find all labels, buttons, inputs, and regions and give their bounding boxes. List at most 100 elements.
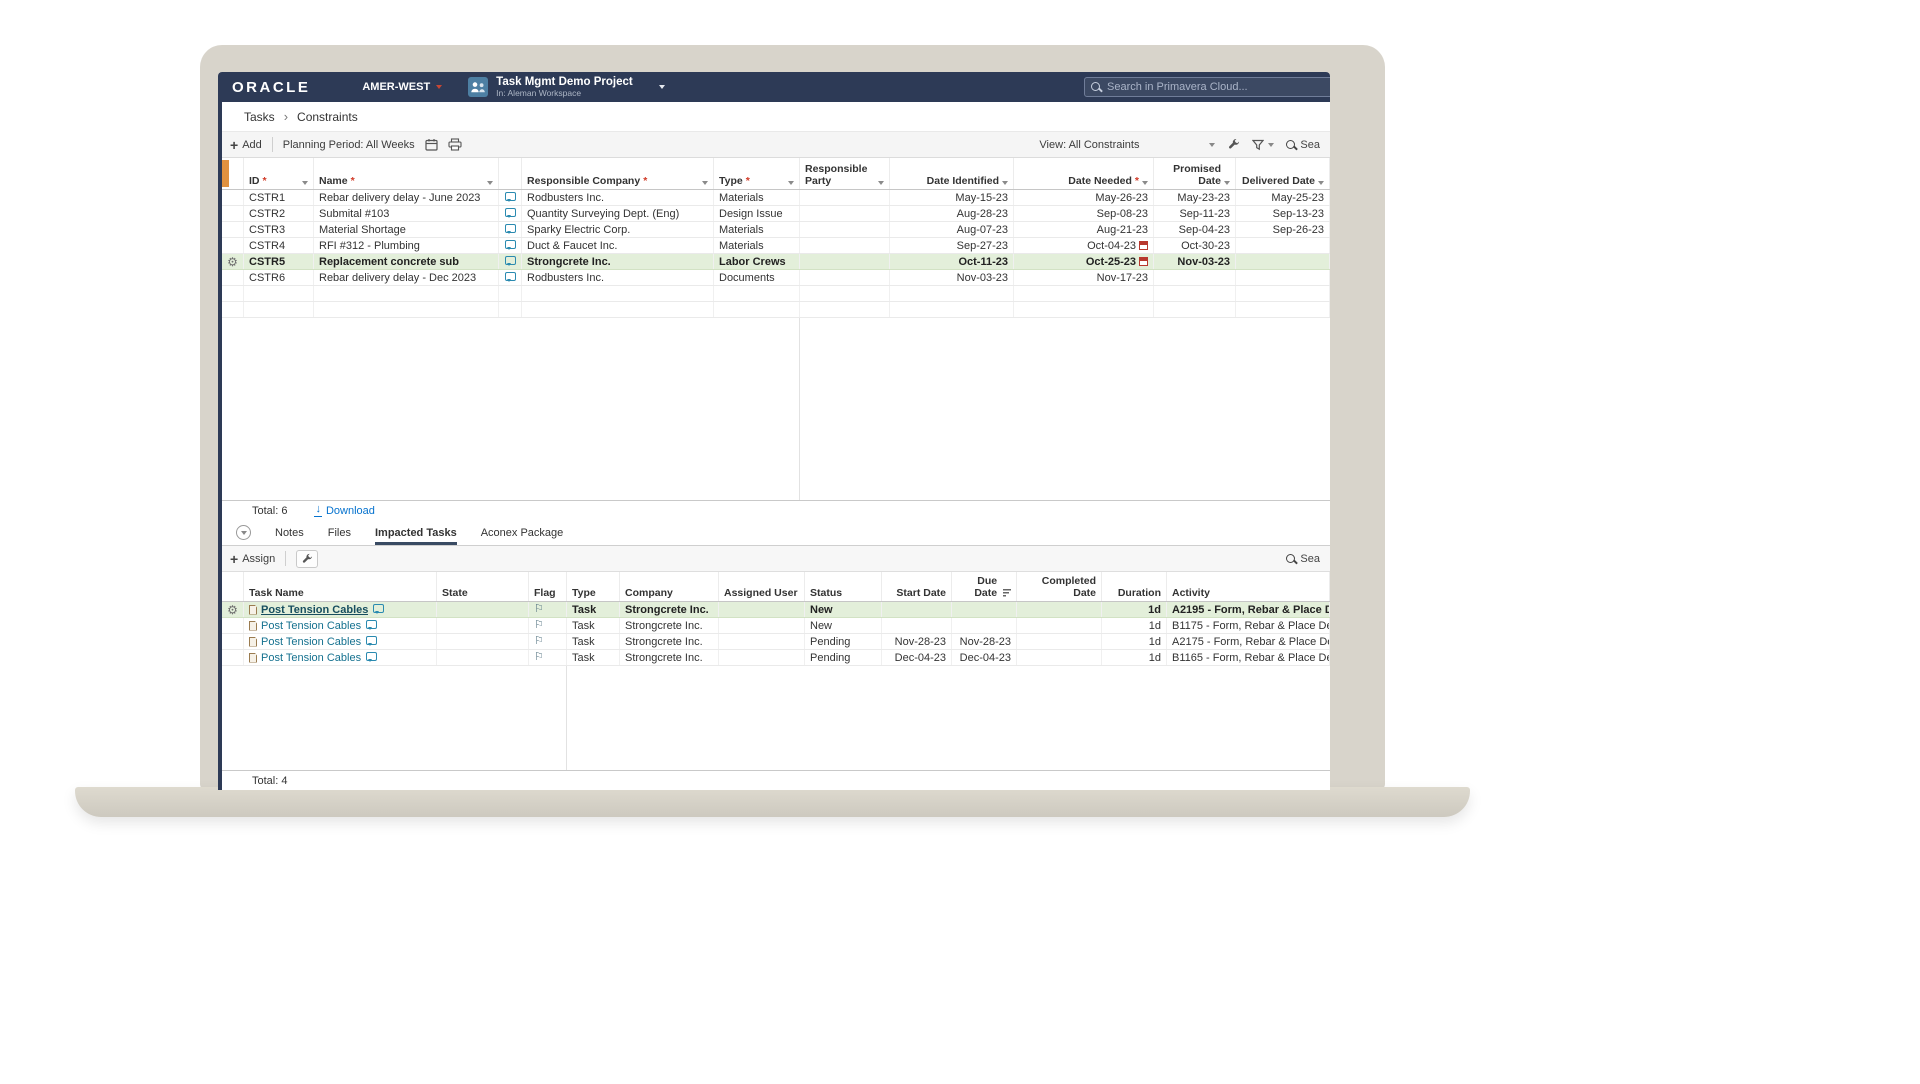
col-responsible-company[interactable]: Responsible Company* bbox=[522, 158, 714, 189]
col-duration[interactable]: Duration bbox=[1102, 572, 1167, 601]
cell-completed-date bbox=[1017, 618, 1102, 633]
detail-search-button[interactable]: Sea bbox=[1286, 553, 1322, 565]
breadcrumb-constraints[interactable]: Constraints bbox=[297, 110, 358, 124]
column-label: Completed Date bbox=[1022, 575, 1096, 599]
flag-icon[interactable]: ⚐ bbox=[534, 636, 544, 647]
discussion-icon[interactable] bbox=[505, 256, 516, 265]
col-assigned-user[interactable]: Assigned User bbox=[719, 572, 805, 601]
cell-activity: A2175 - Form, Rebar & Place Deck bbox=[1167, 634, 1330, 649]
detail-settings-button[interactable] bbox=[296, 550, 318, 568]
cell-id: CSTR6 bbox=[244, 270, 314, 285]
impacted-task-row[interactable]: ⚙Post Tension Cables⚐TaskStrongcrete Inc… bbox=[222, 602, 1330, 618]
chevron-down-icon bbox=[659, 85, 665, 89]
constraint-row[interactable]: CSTR3Material ShortageSparky Electric Co… bbox=[222, 222, 1330, 238]
col-promised-date[interactable]: Promised Date bbox=[1154, 158, 1236, 189]
col-delivered-date[interactable]: Delivered Date bbox=[1236, 158, 1330, 189]
sort-caret-icon[interactable] bbox=[878, 181, 884, 185]
discussion-icon[interactable] bbox=[366, 636, 377, 645]
col-date-identified[interactable]: Date Identified bbox=[890, 158, 1014, 189]
sort-caret-icon[interactable] bbox=[702, 181, 708, 185]
workspace-selector[interactable]: AMER-WEST bbox=[362, 81, 442, 93]
discussion-icon[interactable] bbox=[505, 224, 516, 233]
download-icon: ↓ bbox=[315, 504, 321, 517]
sort-ascending-icon[interactable] bbox=[1003, 589, 1011, 597]
constraint-row[interactable]: CSTR1Rebar delivery delay - June 2023Rod… bbox=[222, 190, 1330, 206]
task-name-link[interactable]: Post Tension Cables bbox=[261, 620, 361, 632]
tab-files[interactable]: Files bbox=[328, 520, 351, 545]
col-date-needed[interactable]: Date Needed* bbox=[1014, 158, 1154, 189]
discussion-icon[interactable] bbox=[505, 192, 516, 201]
planning-period-selector[interactable]: Planning Period: All Weeks bbox=[283, 139, 415, 151]
impacted-task-row[interactable]: Post Tension Cables⚐TaskStrongcrete Inc.… bbox=[222, 650, 1330, 666]
col-completed-date[interactable]: Completed Date bbox=[1017, 572, 1102, 601]
sort-caret-icon[interactable] bbox=[1224, 181, 1230, 185]
discussion-icon[interactable] bbox=[373, 604, 384, 613]
col-start-date[interactable]: Start Date bbox=[882, 572, 952, 601]
cell-promised-date: Sep-04-23 bbox=[1154, 222, 1236, 237]
col-state[interactable]: State bbox=[437, 572, 529, 601]
sort-caret-icon[interactable] bbox=[788, 181, 794, 185]
col-task-name[interactable]: Task Name bbox=[244, 572, 437, 601]
sort-caret-icon[interactable] bbox=[1142, 181, 1148, 185]
cell-flag: ⚐ bbox=[529, 602, 567, 617]
constraint-row[interactable]: CSTR2Submital #103Quantity Surveying Dep… bbox=[222, 206, 1330, 222]
col-company[interactable]: Company bbox=[620, 572, 719, 601]
gear-icon[interactable]: ⚙ bbox=[227, 256, 238, 268]
collapse-panel-button[interactable] bbox=[236, 525, 251, 540]
wrench-icon bbox=[1227, 138, 1240, 151]
tab-impacted-tasks[interactable]: Impacted Tasks bbox=[375, 520, 457, 545]
discussion-column-header bbox=[499, 158, 522, 189]
sort-caret-icon[interactable] bbox=[487, 181, 493, 185]
impacted-task-row[interactable]: Post Tension Cables⚐TaskStrongcrete Inc.… bbox=[222, 618, 1330, 634]
col-type[interactable]: Type bbox=[567, 572, 620, 601]
tab-aconex-package[interactable]: Aconex Package bbox=[481, 520, 564, 545]
cell-start-date bbox=[882, 602, 952, 617]
discussion-icon[interactable] bbox=[505, 272, 516, 281]
cell-due-date: Nov-28-23 bbox=[952, 634, 1017, 649]
col-flag[interactable]: Flag bbox=[529, 572, 567, 601]
assign-button[interactable]: + Assign bbox=[230, 552, 275, 566]
constraints-toolbar: + Add Planning Period: All Weeks bbox=[222, 132, 1330, 158]
sort-caret-icon[interactable] bbox=[1002, 181, 1008, 185]
plus-icon: + bbox=[230, 138, 238, 152]
settings-button[interactable] bbox=[1227, 138, 1240, 151]
discussion-icon[interactable] bbox=[366, 620, 377, 629]
discussion-icon[interactable] bbox=[505, 240, 516, 249]
cell-responsible-party bbox=[800, 206, 890, 221]
discussion-icon[interactable] bbox=[505, 208, 516, 217]
view-selector[interactable]: View: All Constraints bbox=[1039, 139, 1215, 151]
col-id[interactable]: ID* bbox=[244, 158, 314, 189]
sort-caret-icon[interactable] bbox=[302, 181, 308, 185]
filter-button[interactable] bbox=[1252, 139, 1274, 151]
grid-search-button[interactable]: Sea bbox=[1286, 139, 1320, 151]
project-selector[interactable]: Task Mgmt Demo Project In: Aleman Worksp… bbox=[468, 76, 665, 99]
cell-responsible-company: Rodbusters Inc. bbox=[522, 270, 714, 285]
col-type[interactable]: Type* bbox=[714, 158, 800, 189]
constraint-row[interactable]: ⚙CSTR5Replacement concrete subStrongcret… bbox=[222, 254, 1330, 270]
tab-notes[interactable]: Notes bbox=[275, 520, 304, 545]
col-name[interactable]: Name* bbox=[314, 158, 499, 189]
print-button[interactable] bbox=[448, 138, 462, 151]
sort-caret-icon[interactable] bbox=[1318, 181, 1324, 185]
flag-icon[interactable]: ⚐ bbox=[534, 652, 544, 663]
global-search-input[interactable] bbox=[1084, 77, 1330, 97]
cell-completed-date bbox=[1017, 650, 1102, 665]
task-name-link[interactable]: Post Tension Cables bbox=[261, 604, 368, 616]
calendar-button[interactable] bbox=[425, 138, 438, 151]
col-due-date[interactable]: Due Date bbox=[952, 572, 1017, 601]
add-button[interactable]: + Add bbox=[230, 138, 262, 152]
constraint-row[interactable]: CSTR6Rebar delivery delay - Dec 2023Rodb… bbox=[222, 270, 1330, 286]
col-responsible-party[interactable]: Responsible Party bbox=[800, 158, 890, 189]
discussion-icon[interactable] bbox=[366, 652, 377, 661]
constraint-row[interactable]: CSTR4RFI #312 - PlumbingDuct & Faucet In… bbox=[222, 238, 1330, 254]
breadcrumb-tasks[interactable]: Tasks bbox=[244, 110, 275, 124]
flag-icon[interactable]: ⚐ bbox=[534, 604, 544, 615]
flag-icon[interactable]: ⚐ bbox=[534, 620, 544, 631]
impacted-task-row[interactable]: Post Tension Cables⚐TaskStrongcrete Inc.… bbox=[222, 634, 1330, 650]
col-status[interactable]: Status bbox=[805, 572, 882, 601]
download-link[interactable]: ↓ Download bbox=[315, 504, 374, 517]
task-name-link[interactable]: Post Tension Cables bbox=[261, 636, 361, 648]
task-name-link[interactable]: Post Tension Cables bbox=[261, 652, 361, 664]
gear-icon[interactable]: ⚙ bbox=[227, 604, 238, 616]
col-activity[interactable]: Activity bbox=[1167, 572, 1330, 601]
